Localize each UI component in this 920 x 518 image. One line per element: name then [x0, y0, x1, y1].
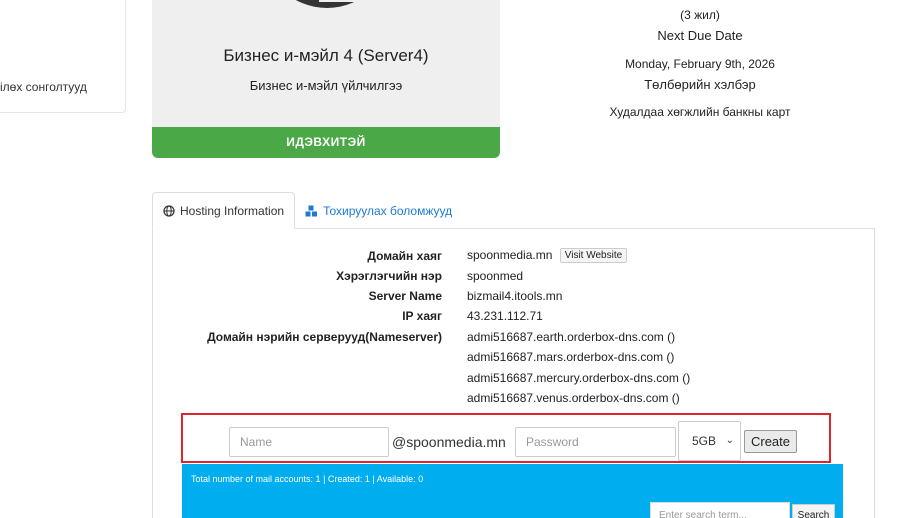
nameserver-3: admi516687.mercury.orderbox-dns.com (): [467, 371, 691, 385]
chevron-down-icon: ⌄: [725, 435, 734, 446]
mail-accounts-summary: Total number of mail accounts: 1 | Creat…: [182, 464, 843, 518]
server-value: bizmail4.itools.mn: [467, 289, 563, 303]
tab-configurable-options-label: Тохируулах боломжууд: [323, 203, 453, 218]
quota-selected-value: 5GB: [692, 434, 717, 448]
sidebar-item-options[interactable]: ілөх сонголтууд: [0, 80, 87, 94]
ip-value: 43.231.112.71: [467, 309, 543, 323]
globe-icon: [163, 204, 175, 217]
quota-select[interactable]: 5GB ⌄: [678, 421, 741, 461]
username-label: Хэрэглэгчийн нэр: [336, 269, 442, 283]
nameserver-2: admi516687.mars.orderbox-dns.com (): [467, 350, 675, 364]
cubes-icon: [305, 205, 318, 216]
status-badge: ИДЭВХИТЭЙ: [152, 127, 500, 158]
domain-row: spoonmedia.mn Visit Website: [467, 248, 628, 264]
nameserver-1: admi516687.earth.orderbox-dns.com (): [467, 330, 676, 344]
product-card: Бизнес и-мэйл 4 (Server4) Бизнес и-мэйл …: [152, 0, 500, 158]
next-due-label: Next Due Date: [657, 28, 743, 43]
mail-name-input[interactable]: Name: [229, 427, 389, 457]
domain-label: Домайн хаяг: [367, 249, 442, 263]
tab-configurable-options[interactable]: Тохируулах боломжууд: [295, 192, 462, 229]
tab-hosting-information-label: Hosting Information: [180, 203, 285, 218]
domain-value: spoonmedia.mn: [467, 248, 553, 262]
nameserver-4: admi516687.venus.orderbox-dns.com (): [467, 391, 680, 405]
product-subtitle: Бизнес и-мэйл үйлчилгээ: [249, 78, 403, 93]
mail-domain-suffix: @spoonmedia.mn: [392, 434, 506, 450]
next-due-date: Monday, February 9th, 2026: [625, 57, 775, 71]
search-button[interactable]: Search: [792, 504, 835, 518]
payment-method-label: Төлбөрийн хэлбэр: [644, 77, 756, 92]
tab-hosting-information[interactable]: Hosting Information: [152, 192, 296, 229]
mail-accounts-count: Total number of mail accounts: 1 | Creat…: [191, 474, 424, 484]
payment-method-value: Худалдаа хөгжлийн банкны карт: [609, 105, 791, 119]
ip-label: IP хаяг: [402, 309, 442, 323]
visit-website-button[interactable]: Visit Website: [559, 248, 628, 264]
mail-password-input[interactable]: Password: [515, 427, 676, 457]
server-label: Server Name: [368, 289, 442, 303]
nameserver-label: Домайн нэрийн серверууд(Nameserver): [207, 330, 442, 344]
product-icon-detail: [319, 0, 365, 2]
sidebar-card: [0, 0, 126, 113]
create-button[interactable]: Create: [744, 430, 797, 453]
username-value: spoonmed: [467, 269, 524, 283]
tab-bar: Hosting Information Тохируулах боломжууд: [152, 192, 462, 229]
billing-period: (3 жил): [680, 8, 720, 22]
search-input[interactable]: Enter search term...: [650, 502, 790, 518]
product-title: Бизнес и-мэйл 4 (Server4): [223, 46, 429, 65]
